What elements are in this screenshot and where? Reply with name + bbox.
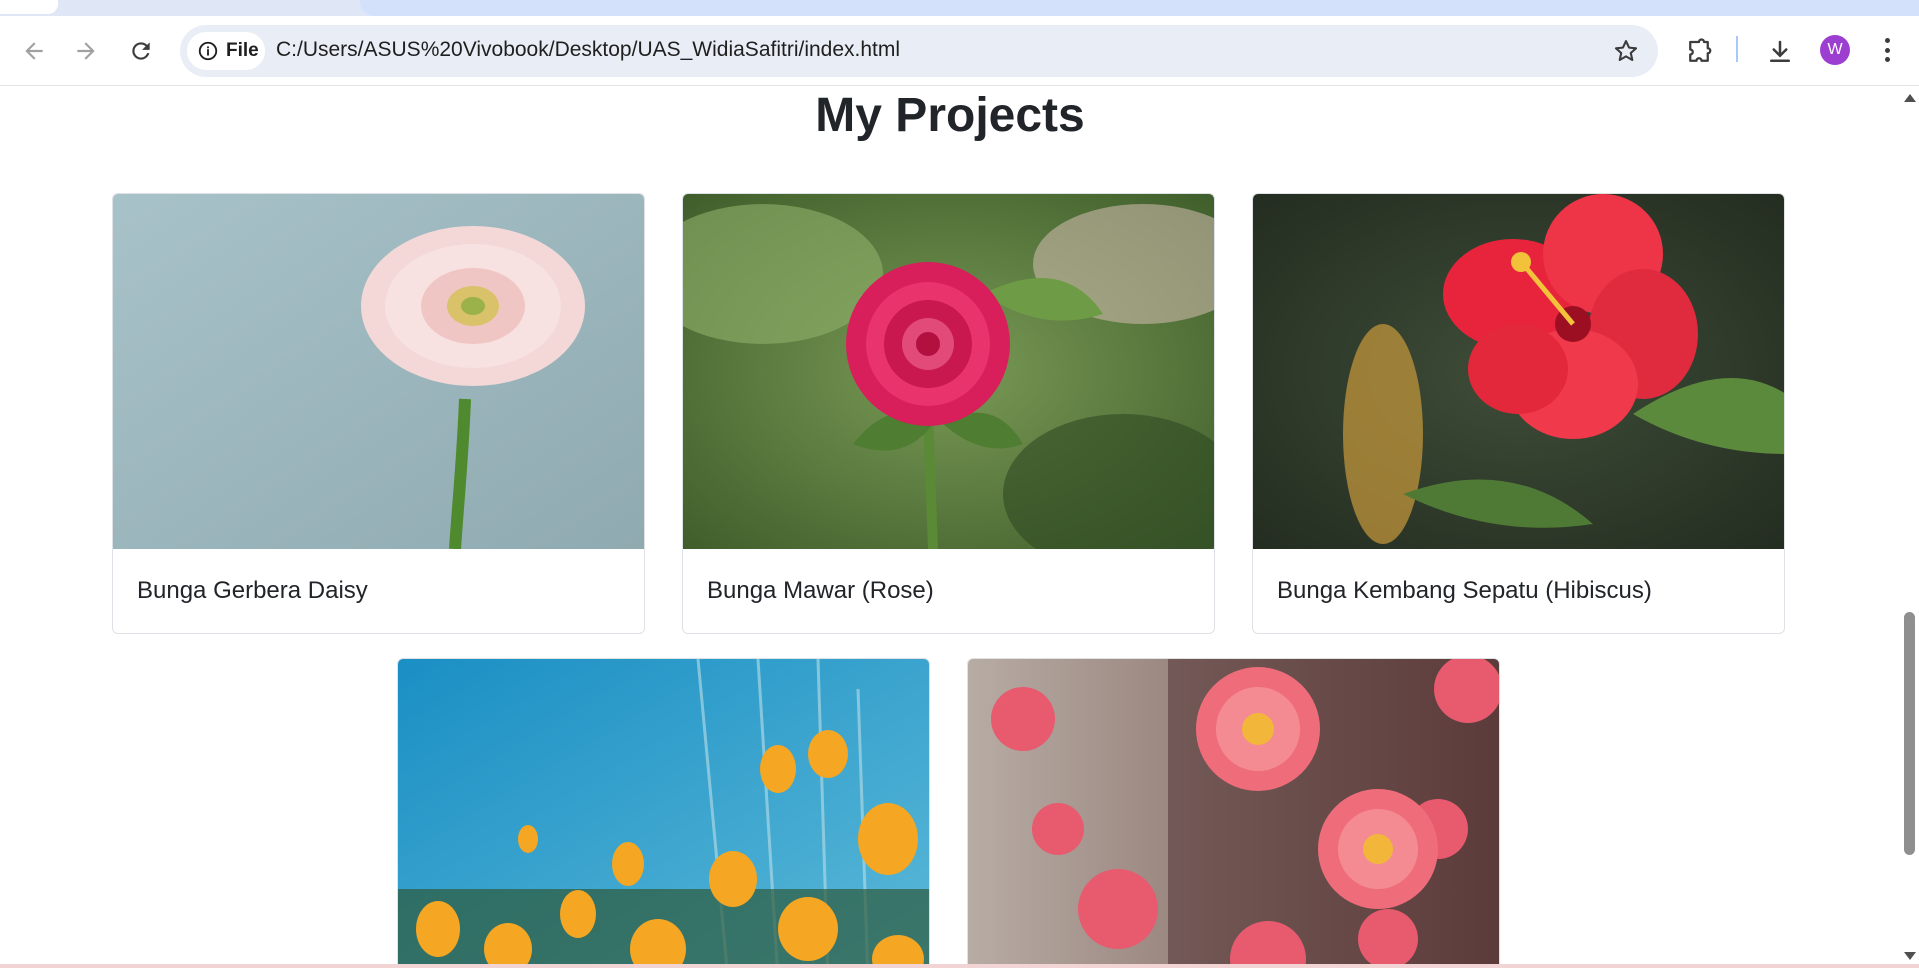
tab-strip-background bbox=[360, 0, 1919, 16]
window-bottom-edge bbox=[0, 964, 1919, 968]
forward-button[interactable] bbox=[66, 31, 106, 71]
project-card-rose[interactable]: Bunga Mawar (Rose) bbox=[682, 193, 1215, 634]
scroll-down-arrow[interactable] bbox=[1904, 952, 1916, 960]
card-caption: Bunga Kembang Sepatu (Hibiscus) bbox=[1277, 577, 1652, 604]
card-image-rose bbox=[683, 194, 1214, 549]
project-card-peonies[interactable] bbox=[967, 658, 1500, 966]
toolbar-separator bbox=[1736, 36, 1738, 62]
vertical-scrollbar[interactable] bbox=[1900, 86, 1919, 966]
arrow-left-icon bbox=[25, 42, 43, 60]
download-icon[interactable] bbox=[1765, 37, 1795, 67]
active-tab[interactable] bbox=[0, 0, 58, 14]
reload-button[interactable] bbox=[121, 31, 161, 71]
card-caption: Bunga Gerbera Daisy bbox=[137, 577, 368, 604]
info-icon bbox=[198, 41, 218, 61]
scroll-up-arrow[interactable] bbox=[1904, 94, 1916, 102]
site-info-chip[interactable]: File bbox=[187, 32, 265, 70]
project-card-poppies[interactable] bbox=[397, 658, 930, 966]
reload-icon bbox=[132, 42, 150, 60]
project-card-hibiscus[interactable]: Bunga Kembang Sepatu (Hibiscus) bbox=[1252, 193, 1785, 634]
scroll-thumb[interactable] bbox=[1904, 612, 1915, 855]
arrow-right-icon bbox=[77, 42, 95, 60]
card-caption: Bunga Mawar (Rose) bbox=[707, 577, 934, 604]
page-title: My Projects bbox=[815, 89, 1085, 142]
card-image-hibiscus bbox=[1253, 194, 1784, 549]
url-text[interactable]: C:/Users/ASUS%20Vivobook/Desktop/UAS_Wid… bbox=[276, 38, 900, 62]
tab-strip bbox=[0, 0, 1919, 16]
profile-avatar[interactable]: W bbox=[1820, 35, 1850, 65]
more-vert-icon[interactable] bbox=[1874, 35, 1900, 65]
card-image-gerbera bbox=[113, 194, 644, 549]
back-button[interactable] bbox=[14, 31, 54, 71]
address-bar[interactable]: File C:/Users/ASUS%20Vivobook/Desktop/UA… bbox=[180, 25, 1658, 77]
page-viewport: My Projects Bunga Gerbera Daisy Bunga Ma… bbox=[0, 86, 1900, 966]
puzzle-icon[interactable] bbox=[1684, 37, 1714, 67]
card-image-poppies bbox=[398, 659, 929, 966]
project-card-gerbera[interactable]: Bunga Gerbera Daisy bbox=[112, 193, 645, 634]
card-image-peonies bbox=[968, 659, 1499, 966]
site-chip-label: File bbox=[226, 40, 259, 61]
star-icon[interactable] bbox=[1612, 37, 1640, 65]
browser-toolbar: File C:/Users/ASUS%20Vivobook/Desktop/UA… bbox=[0, 16, 1919, 86]
